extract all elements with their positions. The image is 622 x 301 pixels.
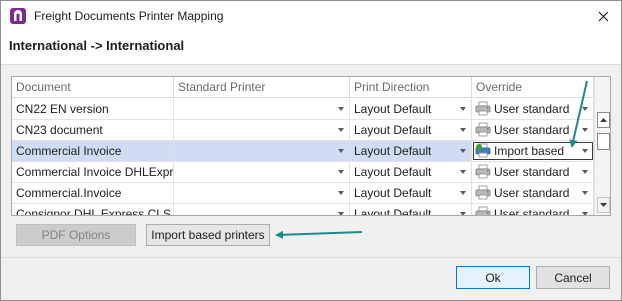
print-direction-dropdown[interactable]: Layout Default [350, 99, 472, 119]
import-based-printers-button[interactable]: Import based printers [146, 224, 270, 246]
chevron-down-icon [600, 203, 607, 207]
printer-icon [475, 101, 491, 116]
dropdown-arrow-icon[interactable] [582, 128, 588, 132]
print-direction-value: Layout Default [354, 186, 432, 200]
scroll-down-button[interactable] [597, 197, 610, 213]
document-cell[interactable]: CN23 document [12, 120, 174, 140]
print-direction-value: Layout Default [354, 123, 432, 137]
print-direction-value: Layout Default [354, 207, 432, 216]
override-value: User standard [494, 165, 570, 179]
print-direction-dropdown[interactable]: Layout Default [350, 162, 472, 182]
standard-printer-dropdown[interactable] [174, 141, 350, 161]
dropdown-arrow-icon[interactable] [582, 191, 588, 195]
document-name: Commercial Invoice DHLExpre... [16, 165, 174, 179]
standard-printer-dropdown[interactable] [174, 162, 350, 182]
column-header-print-direction[interactable]: Print Direction [350, 77, 472, 98]
title-bar: Freight Documents Printer Mapping [1, 1, 621, 31]
override-value: Import based [494, 144, 565, 158]
print-direction-dropdown[interactable]: Layout Default [350, 183, 472, 203]
import-printer-icon [475, 143, 491, 158]
override-dropdown[interactable]: Import based [472, 141, 594, 161]
chevron-up-icon [600, 118, 607, 122]
column-header-override[interactable]: Override [472, 77, 594, 98]
document-cell[interactable]: Commercial.Invoice [12, 183, 174, 203]
dropdown-arrow-icon[interactable] [460, 212, 466, 215]
printer-icon [475, 185, 491, 200]
override-dropdown[interactable]: User standard [472, 99, 594, 119]
dropdown-arrow-icon[interactable] [582, 170, 588, 174]
dropdown-arrow-icon[interactable] [338, 191, 344, 195]
override-dropdown[interactable]: User standard [472, 162, 594, 182]
dialog-window: Freight Documents Printer Mapping Intern… [0, 0, 622, 301]
close-button[interactable] [589, 4, 617, 28]
column-header-document[interactable]: Document [12, 77, 174, 98]
dropdown-arrow-icon[interactable] [460, 128, 466, 132]
standard-printer-dropdown[interactable] [174, 204, 350, 215]
override-value: User standard [494, 123, 570, 137]
close-icon [598, 11, 608, 21]
vertical-scrollbar[interactable] [594, 77, 610, 215]
override-dropdown[interactable]: User standard [472, 183, 594, 203]
document-cell[interactable]: Consignor DHL Express CLS L... [12, 204, 174, 216]
dropdown-arrow-icon[interactable] [338, 149, 344, 153]
print-direction-dropdown[interactable]: Layout Default [350, 120, 472, 140]
document-cell[interactable]: CN22 EN version [12, 99, 174, 119]
document-cell[interactable]: Commercial Invoice [12, 141, 174, 161]
print-direction-value: Layout Default [354, 165, 432, 179]
grid-header: Document Standard Printer Print Directio… [12, 77, 594, 98]
table-row[interactable]: Consignor DHL Express CLS L... Layout Def… [12, 204, 594, 216]
dropdown-arrow-icon[interactable] [582, 107, 588, 111]
table-row[interactable]: Commercial.Invoice Layout Default User sta… [12, 183, 594, 204]
table-row[interactable]: CN23 document Layout Default User standard [12, 120, 594, 141]
column-header-standard-printer[interactable]: Standard Printer [174, 77, 350, 98]
window-title: Freight Documents Printer Mapping [34, 9, 224, 23]
grid-rows: CN22 EN version Layout Default User standa… [12, 99, 594, 216]
dropdown-arrow-icon[interactable] [338, 170, 344, 174]
app-logo-icon [10, 8, 26, 24]
route-header: International -> International [1, 31, 621, 65]
document-name: CN22 EN version [16, 102, 109, 116]
override-dropdown[interactable]: User standard [472, 120, 594, 140]
dropdown-arrow-icon[interactable] [338, 107, 344, 111]
dropdown-arrow-icon[interactable] [338, 212, 344, 215]
table-row[interactable]: Commercial Invoice Layout Default Import b… [12, 141, 594, 162]
document-name: Commercial.Invoice [16, 186, 122, 200]
dropdown-arrow-icon[interactable] [338, 128, 344, 132]
scroll-up-button[interactable] [597, 112, 610, 128]
standard-printer-dropdown[interactable] [174, 183, 350, 203]
override-value: User standard [494, 207, 570, 216]
table-row[interactable]: CN22 EN version Layout Default User standa… [12, 99, 594, 120]
dropdown-arrow-icon[interactable] [460, 149, 466, 153]
route-title: International -> International [9, 38, 185, 53]
table-row[interactable]: Commercial Invoice DHLExpre... Layout Def… [12, 162, 594, 183]
print-direction-value: Layout Default [354, 102, 432, 116]
dropdown-arrow-icon[interactable] [582, 149, 588, 153]
override-value: User standard [494, 186, 570, 200]
print-direction-value: Layout Default [354, 144, 432, 158]
document-cell[interactable]: Commercial Invoice DHLExpre... [12, 162, 174, 182]
cancel-button[interactable]: Cancel [536, 266, 610, 289]
dropdown-arrow-icon[interactable] [460, 107, 466, 111]
dropdown-arrow-icon[interactable] [582, 212, 588, 215]
dropdown-arrow-icon[interactable] [460, 170, 466, 174]
document-name: Consignor DHL Express CLS L... [16, 207, 174, 216]
print-direction-dropdown[interactable]: Layout Default [350, 141, 472, 161]
standard-printer-dropdown[interactable] [174, 120, 350, 140]
printer-icon [475, 206, 491, 215]
printer-icon [475, 164, 491, 179]
ok-button[interactable]: Ok [456, 266, 530, 289]
document-name: Commercial Invoice [16, 144, 122, 158]
standard-printer-dropdown[interactable] [174, 99, 350, 119]
print-direction-dropdown[interactable]: Layout Default [350, 204, 472, 216]
document-name: CN23 document [16, 123, 103, 137]
mapping-grid: Document Standard Printer Print Directio… [11, 76, 611, 216]
override-value: User standard [494, 102, 570, 116]
printer-icon [475, 122, 491, 137]
pdf-options-button[interactable]: PDF Options [16, 224, 136, 246]
dropdown-arrow-icon[interactable] [460, 191, 466, 195]
scroll-thumb[interactable] [597, 133, 610, 150]
override-dropdown[interactable]: User standard [472, 204, 594, 216]
